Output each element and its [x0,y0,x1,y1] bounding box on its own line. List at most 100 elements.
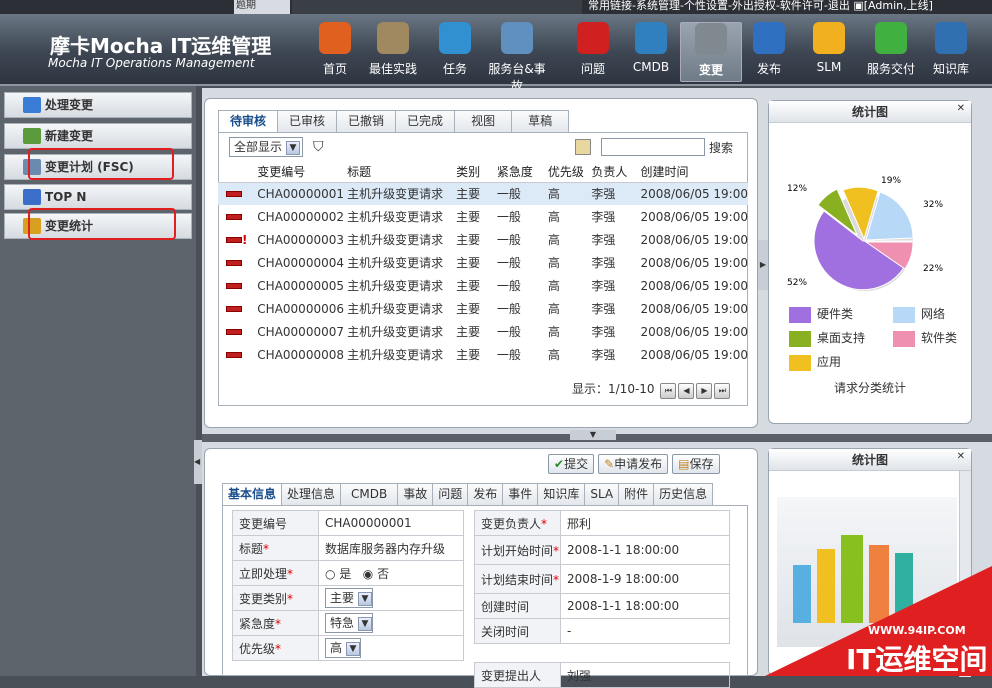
nav-change[interactable]: 变更 [680,22,742,82]
col-id[interactable]: 变更编号 [257,162,348,183]
first-page-icon[interactable]: ⏮ [660,383,677,399]
cell: 2008/06/05 19:00 [640,324,748,339]
tab-approved[interactable]: 已审核 [277,110,338,132]
table-row[interactable]: CHA00000004 主机升级变更请求 主要 一般 高 李强 2008/06/05 19:… [218,251,748,274]
radio-yes[interactable]: ○ 是 [325,567,351,581]
row-flag [218,343,257,366]
pie-label-software: 22% [923,264,943,274]
top-links[interactable]: 常用链接-系统管理-个性设置-外出授权-软件许可-退出 ▣[Admin,上线] [588,0,992,14]
prev-page-icon[interactable]: ◀ [678,383,695,399]
collapse-handle[interactable]: ▶ [758,240,768,290]
cell: 主机升级变更请求 [347,302,444,316]
col-priority[interactable]: 优先级 [547,162,592,183]
tab-attachment[interactable]: 附件 [618,483,655,505]
task-icon [439,22,471,54]
bar [817,549,835,623]
tab-sla[interactable]: SLA [584,483,620,505]
cell: 2008/06/05 19:00 [640,209,748,224]
col-owner[interactable]: 负责人 [591,162,641,183]
col-urgency[interactable]: 紧急度 [496,162,548,183]
col-type[interactable]: 类别 [456,162,497,183]
close-icon[interactable]: ✕ [957,103,965,114]
cell: 2008/06/05 19:00 [640,255,748,270]
tab-basic-info[interactable]: 基本信息 [222,483,283,505]
check-icon: ✔ [554,457,565,471]
nav-release[interactable]: 发布 [738,22,800,82]
cell: 李强 [591,348,616,362]
filter-icon[interactable]: ⛉ [313,139,324,155]
top-strip-filler [292,0,582,14]
nav-label: 发布 [756,62,781,76]
splitter-handle-icon[interactable]: ▼ [570,430,616,440]
cell: 主要 [456,279,481,293]
cell: 高 [547,348,560,362]
next-page-icon[interactable]: ▶ [696,383,713,399]
nav-database[interactable]: CMDB [620,22,682,82]
last-page-icon[interactable]: ⏭ [714,383,731,399]
table-row[interactable]: ! CHA00000003 主机升级变更请求 主要 一般 高 李强 2008/06/05 19… [218,228,748,251]
close-icon[interactable]: ✕ [957,451,965,462]
value-end[interactable]: 2008-1-9 18:00:00 [560,564,730,594]
filter-select[interactable]: 全部显示 ▼ [229,137,303,157]
save-button[interactable]: ▤保存 [672,454,720,474]
table-row[interactable]: CHA00000002 主机升级变更请求 主要 一般 高 李强 2008/06/05 19:… [218,205,748,228]
nav-books[interactable]: 知识库 [920,22,982,82]
legend-network: 网络 [893,305,945,323]
col-created[interactable]: 创建时间 [640,162,748,183]
sidebar-item-process-change[interactable]: 处理变更 [4,92,192,118]
table-row[interactable]: CHA00000001 主机升级变更请求 主要 一般高李强 2008/06/05 19:… [218,182,748,205]
col-title[interactable]: 标题 [347,162,457,183]
nav-label: SLM [816,60,842,74]
tab-completed[interactable]: 已完成 [395,110,456,132]
expand-left-icon[interactable]: ◀ [194,440,202,484]
nav-monitor[interactable]: 服务台&事故 [486,22,548,93]
type-select[interactable]: 主要 ▼ [325,588,374,608]
urgency-select[interactable]: 特急 ▼ [325,613,374,633]
chevron-down-icon: ▼ [286,140,301,155]
priority-select[interactable]: 高 ▼ [325,638,362,658]
table-row[interactable]: CHA00000006 主机升级变更请求 主要 一般 高 李强 2008/06/05 19:… [218,297,748,320]
value-start[interactable]: 2008-1-1 18:00:00 [560,535,730,565]
table-row[interactable]: CHA00000005 主机升级变更请求 主要 一般 高 李强 2008/06/05 19:… [218,274,748,297]
cell: 主要 [456,325,481,339]
tab-history[interactable]: 历史信息 [653,483,714,505]
sidebar-item-new-change[interactable]: 新建变更 [4,123,192,149]
nav-delivery[interactable]: 服务交付 [860,22,922,82]
search-icon[interactable] [575,139,591,155]
tab-knowledge[interactable]: 知识库 [537,483,586,505]
cell: 主机升级变更请求 [347,348,444,362]
nav-task[interactable]: 任务 [424,22,486,82]
nav-label: 首页 [322,62,347,76]
tab-cmdb[interactable]: CMDB [340,483,399,505]
sidebar-item-topn[interactable]: TOP N [4,184,192,210]
form-actions: ✔提交 ✎申请发布 ▤保存 [544,454,720,474]
table-row[interactable]: CHA00000008 主机升级变更请求 主要 一般 高 李强 2008/06/05 19:… [218,343,748,366]
request-release-button[interactable]: ✎申请发布 [598,454,669,474]
tab-view[interactable]: 视图 [454,110,513,132]
tab-draft[interactable]: 草稿 [511,110,570,132]
cell: 高 [547,210,560,224]
nav-clipboard[interactable]: SLM [798,22,860,82]
tab-incident[interactable]: 事故 [397,483,434,505]
search-button[interactable]: 搜索 [709,139,733,156]
radio-no[interactable]: ◉ 否 [363,567,389,581]
value-title[interactable]: 数据库服务器内存升级 [318,535,464,561]
top-strip: 题期 常用链接-系统管理-个性设置-外出授权-软件许可-退出 ▣[Admin,上… [0,0,992,14]
tab-process-info[interactable]: 处理信息 [281,483,342,505]
nav-home[interactable]: 首页 [304,22,366,82]
submit-button[interactable]: ✔提交 [548,454,595,474]
label-submitter: 变更提出人 [474,662,561,688]
table-row[interactable]: CHA00000007 主机升级变更请求 主要 一般 高 李强 2008/06/05 19:… [218,320,748,343]
tab-problem[interactable]: 问题 [432,483,469,505]
tab-revoked[interactable]: 已撤销 [336,110,397,132]
search-input[interactable] [601,138,705,156]
nav-book[interactable]: 最佳实践 [362,22,424,82]
top-links-text[interactable]: 常用链接-系统管理-个性设置-外出授权-软件许可-退出 [588,0,850,12]
tab-pending[interactable]: 待审核 [218,110,279,132]
cell: 李强 [591,233,616,247]
value-owner[interactable]: 邢利 [560,510,730,536]
tab-release[interactable]: 发布 [467,483,504,505]
nav-question[interactable]: 问题 [562,22,624,82]
tab-event[interactable]: 事件 [502,483,539,505]
cell: 主机升级变更请求 [347,325,444,339]
